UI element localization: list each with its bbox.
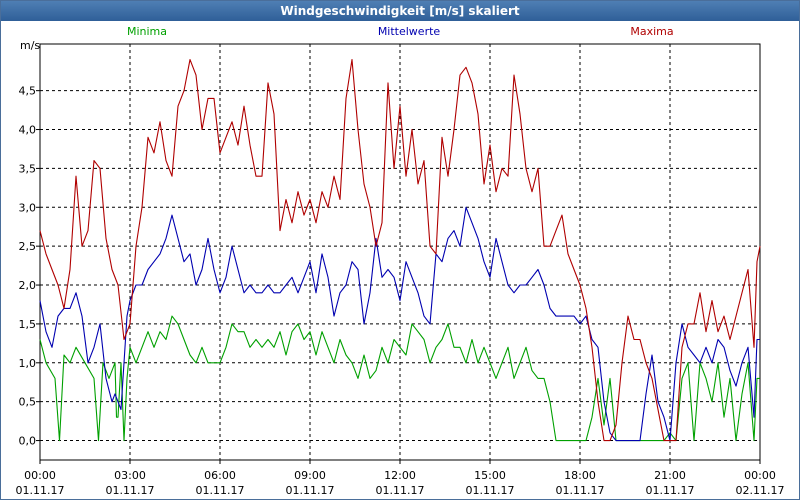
x-tick-time: 15:00 bbox=[474, 469, 506, 482]
y-tick-label: 0,0 bbox=[19, 435, 37, 448]
x-tick-date: 01.11.17 bbox=[106, 484, 155, 497]
x-tick-date: 01.11.17 bbox=[286, 484, 335, 497]
y-tick-label: 1,5 bbox=[19, 318, 37, 331]
y-axis-label: m/s bbox=[20, 39, 40, 52]
chart-svg: 0,0 0,5 1,0 1,5 2,0 2,5 3,0 3,5 4,0 4,5 00:00 01.1… bbox=[16, 25, 785, 497]
x-tick-date: 01.11.17 bbox=[556, 484, 605, 497]
x-tick-date: 02.11.17 bbox=[736, 484, 785, 497]
y-tick-label: 4,0 bbox=[19, 124, 37, 137]
legend-minima: Minima bbox=[127, 25, 167, 38]
y-tick-label: 2,0 bbox=[19, 279, 37, 292]
x-tick-date: 01.11.17 bbox=[646, 484, 695, 497]
y-axis-ticks: 0,0 0,5 1,0 1,5 2,0 2,5 3,0 3,5 4,0 4,5 bbox=[19, 85, 40, 448]
x-axis-ticks: 00:00 01.11.17 03:00 01.11.17 06:00 01.11.17 0… bbox=[16, 460, 785, 497]
x-tick-time: 03:00 bbox=[114, 469, 146, 482]
x-tick-time: 00:00 bbox=[744, 469, 776, 482]
x-tick-time: 09:00 bbox=[294, 469, 326, 482]
x-tick-time: 00:00 bbox=[24, 469, 56, 482]
legend-mittelwerte: Mittelwerte bbox=[378, 25, 441, 38]
x-tick-time: 21:00 bbox=[654, 469, 686, 482]
y-tick-label: 2,5 bbox=[19, 240, 37, 253]
y-tick-label: 0,5 bbox=[19, 396, 37, 409]
y-tick-label: 3,5 bbox=[19, 162, 37, 175]
y-tick-label: 3,0 bbox=[19, 201, 37, 214]
x-tick-time: 06:00 bbox=[204, 469, 236, 482]
x-tick-date: 01.11.17 bbox=[196, 484, 245, 497]
x-tick-time: 18:00 bbox=[564, 469, 596, 482]
x-tick-date: 01.11.17 bbox=[466, 484, 515, 497]
y-tick-label: 1,0 bbox=[19, 357, 37, 370]
y-tick-label: 4,5 bbox=[19, 85, 37, 98]
x-tick-date: 01.11.17 bbox=[376, 484, 425, 497]
x-tick-date: 01.11.17 bbox=[16, 484, 65, 497]
legend-maxima: Maxima bbox=[630, 25, 673, 38]
x-tick-time: 12:00 bbox=[384, 469, 416, 482]
